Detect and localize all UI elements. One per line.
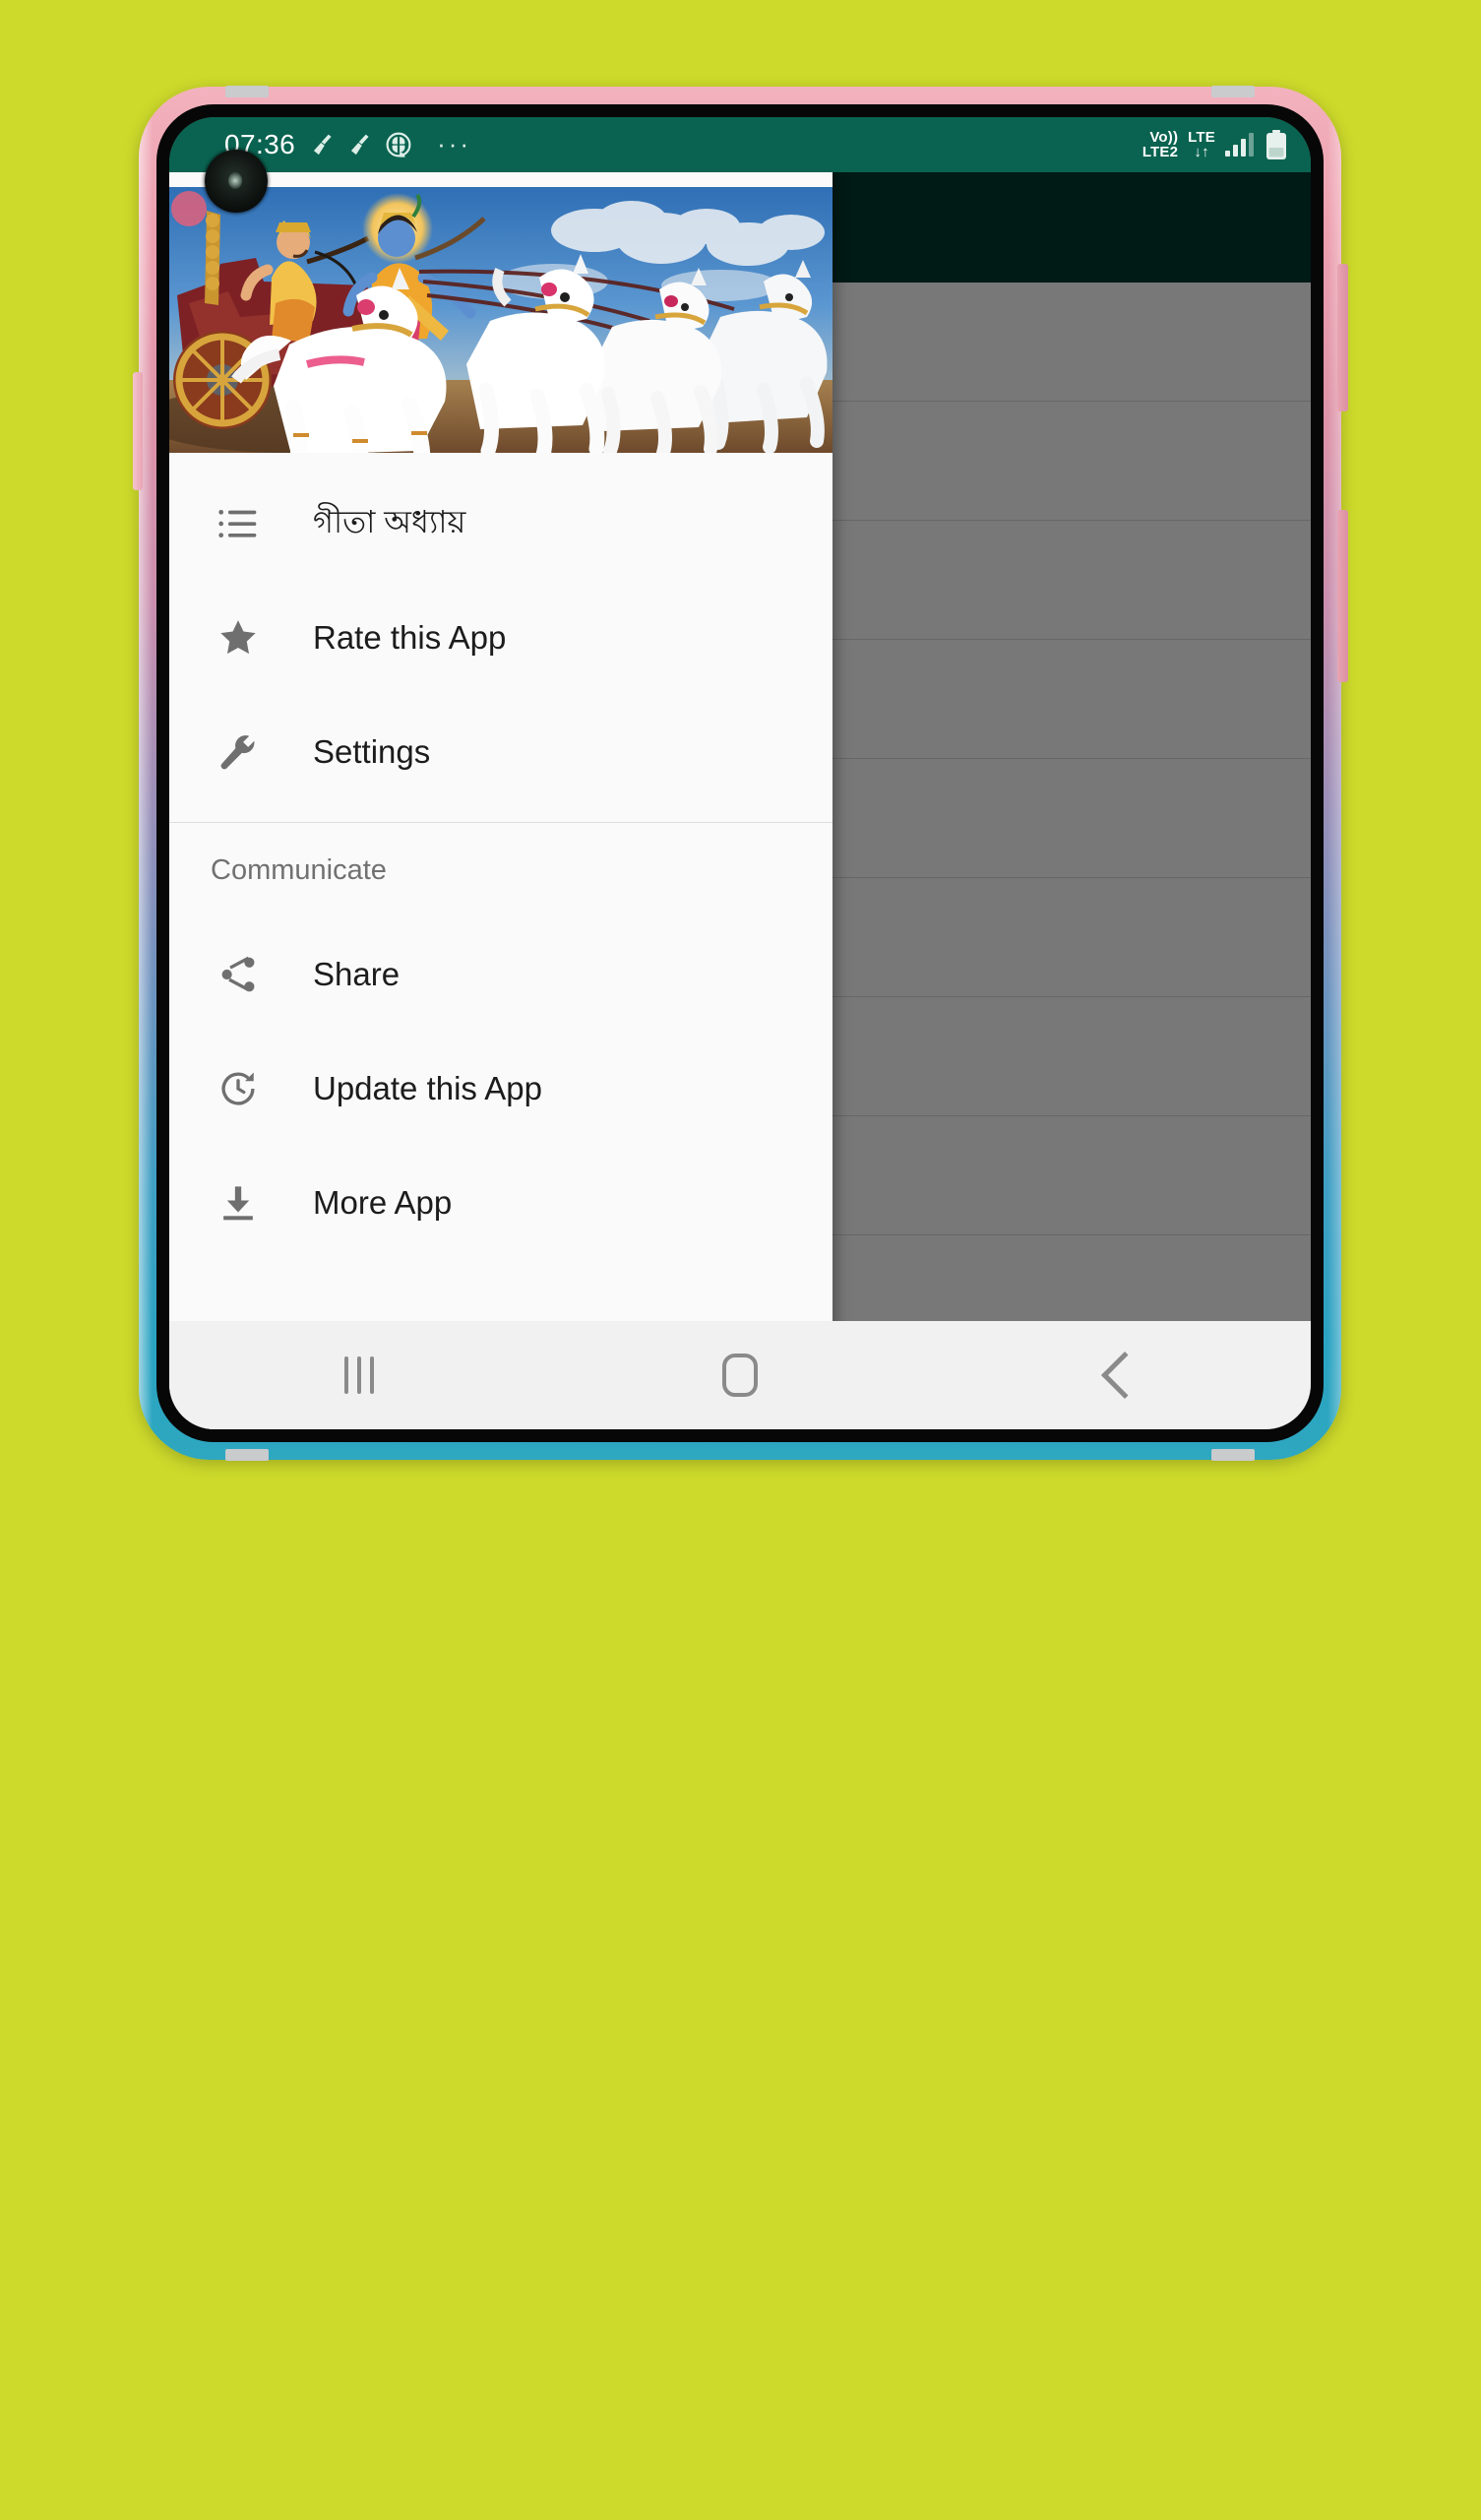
share-icon [211, 947, 266, 1002]
broom-icon [314, 134, 332, 156]
drawer-menu: গীতা অধ্যায় Rate this App Settings Comm… [169, 453, 833, 1429]
battery-icon [1264, 130, 1289, 159]
network-indicator: LTE ↓↑ [1188, 128, 1215, 160]
home-icon [721, 1354, 758, 1397]
volte-label: Vo)) [1149, 128, 1179, 146]
status-bar: 07:36 ··· Vo)) LTE2 LTE ↓↑ [169, 117, 1311, 172]
signal-bars-icon [1225, 133, 1254, 157]
krishna-arjuna-chariot-image [169, 187, 833, 453]
drawer-section-title: Communicate [211, 853, 387, 886]
sidebar-item-label: গীতা অধ্যায় [313, 504, 466, 539]
power-button[interactable] [1337, 510, 1348, 682]
antenna-band-top-left [225, 86, 269, 97]
volte-indicator: Vo)) LTE2 [1142, 128, 1179, 160]
sim-label: LTE2 [1142, 144, 1179, 160]
antenna-band-top-right [1211, 86, 1255, 97]
antenna-band-bottom-left [225, 1449, 269, 1461]
drawer-header-image [169, 187, 833, 453]
sidebar-item-label: More App [313, 1184, 453, 1221]
system-navigation-bar [169, 1321, 1311, 1429]
home-button[interactable] [666, 1321, 814, 1429]
recents-button[interactable] [285, 1321, 433, 1429]
sidebar-item-update-this-app[interactable]: Update this App [169, 1032, 833, 1146]
sidebar-item-settings[interactable]: Settings [169, 695, 833, 809]
sidebar-item-gita-chapters[interactable]: গীতা অধ্যায় [169, 467, 833, 581]
sidebar-item-label: Update this App [313, 1070, 542, 1106]
sidebar-item-label: Share [313, 956, 401, 992]
volume-button-left[interactable] [133, 372, 143, 490]
network-label: LTE [1188, 128, 1215, 146]
data-arrows-icon: ↓↑ [1194, 144, 1209, 160]
phone-device: . যোগ [133, 86, 1348, 1461]
status-system-icons: Vo)) LTE2 LTE ↓↑ [1142, 128, 1289, 160]
back-chevron-icon [1100, 1351, 1148, 1400]
phone-screen: . যোগ [169, 117, 1311, 1429]
volume-button-right[interactable] [1337, 264, 1348, 411]
punch-hole-camera [205, 150, 268, 213]
sidebar-item-share[interactable]: Share [169, 917, 833, 1032]
antenna-band-bottom-right [1211, 1449, 1255, 1461]
update-icon [211, 1061, 266, 1116]
list-icon [211, 496, 266, 551]
star-icon [211, 610, 266, 665]
back-button[interactable] [1047, 1321, 1195, 1429]
sidebar-item-label: Settings [313, 733, 431, 770]
flower-icon [386, 132, 411, 158]
status-notification-icons: ··· [311, 132, 471, 158]
sidebar-item-label: Rate this App [313, 619, 507, 656]
sidebar-item-rate-this-app[interactable]: Rate this App [169, 581, 833, 695]
screen-bezel: . যোগ [156, 104, 1324, 1442]
recents-icon [344, 1356, 375, 1394]
wrench-icon [211, 724, 266, 780]
broom-icon [351, 134, 369, 156]
sidebar-item-more-app[interactable]: More App [169, 1146, 833, 1260]
download-icon [211, 1175, 266, 1230]
overflow-dots-icon: ··· [437, 129, 472, 159]
navigation-drawer: গীতা অধ্যায় Rate this App Settings Comm… [169, 172, 833, 1429]
